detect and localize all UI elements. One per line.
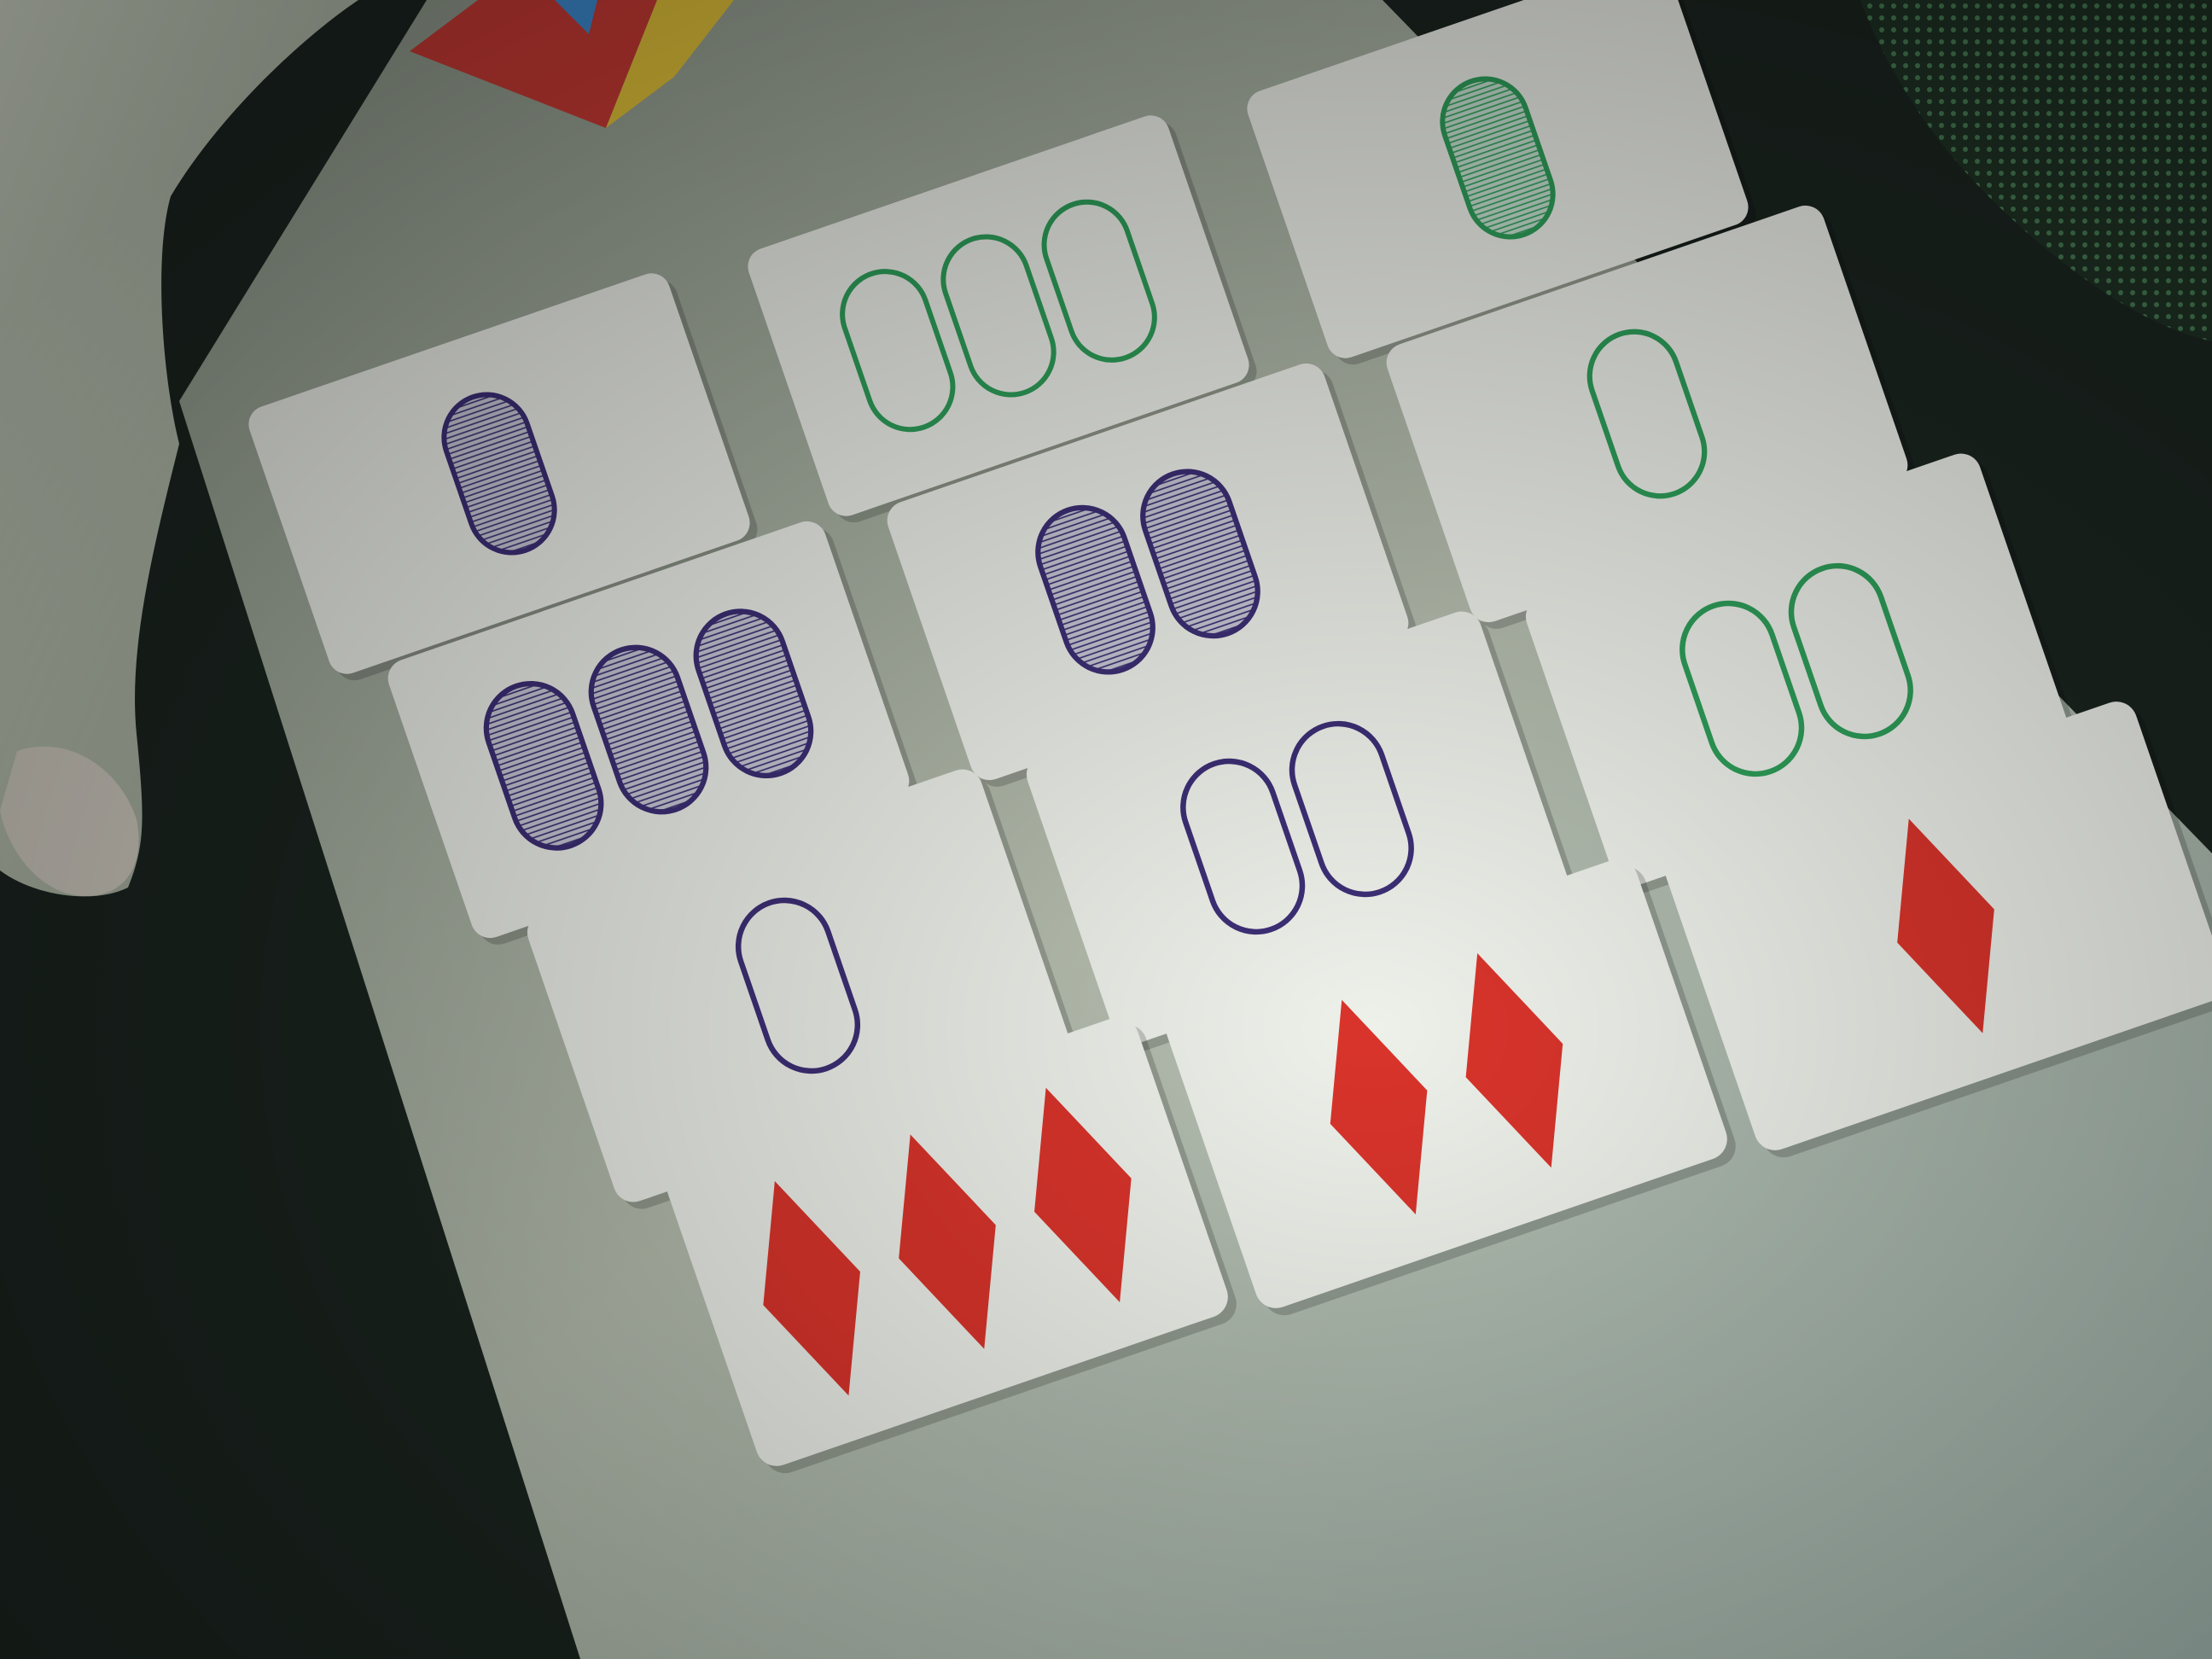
card-table-scene [0, 0, 2212, 1659]
vignette-overlay [0, 0, 2212, 1659]
